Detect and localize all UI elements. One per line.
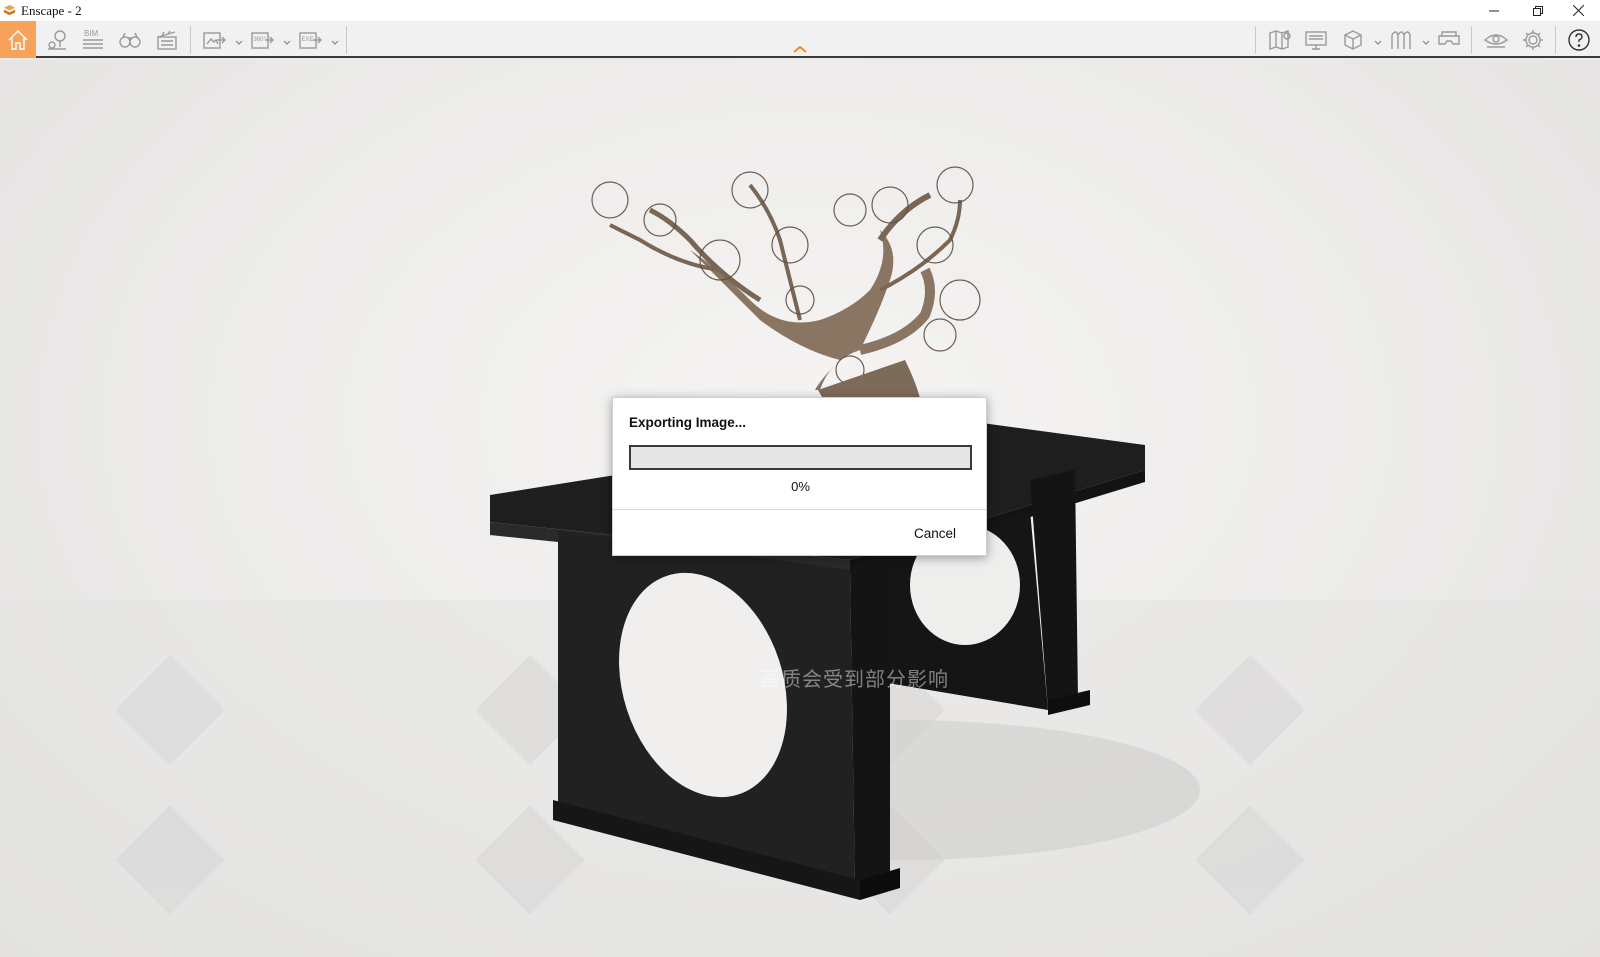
enscape-logo-icon [3, 4, 16, 16]
dialog-divider [613, 509, 986, 510]
views-button[interactable] [40, 23, 74, 56]
window-title: Enscape - 2 [21, 2, 82, 18]
pano-label: 360° [254, 37, 267, 43]
toolbar-separator [346, 26, 347, 54]
eye-icon [1483, 33, 1509, 48]
toolbar-separator [1555, 26, 1556, 54]
progress-bar [629, 445, 972, 470]
home-icon [8, 29, 28, 50]
export-progress-dialog: Exporting Image... 0% Cancel [612, 397, 987, 556]
watermark-text: 画质会受到部分影响 [760, 669, 949, 691]
toolbar-separator [1471, 26, 1472, 54]
close-icon [1572, 5, 1584, 16]
toolbar-separator [1255, 26, 1256, 54]
progress-percentage: 0% [791, 479, 810, 494]
chevron-down-icon [1422, 40, 1430, 45]
home-button[interactable] [0, 21, 36, 58]
bim-icon: BIM [83, 29, 103, 49]
chevron-down-icon [235, 40, 243, 45]
title-bar: Enscape - 2 [0, 0, 1600, 21]
asset-library-icon [1391, 30, 1411, 49]
exe-label: EXE [302, 37, 314, 43]
chevron-down-icon [1374, 40, 1382, 45]
restore-icon [1533, 5, 1543, 16]
binoculars-button[interactable] [113, 23, 147, 56]
exe-export-icon: EXE [299, 31, 322, 49]
chevron-down-icon [331, 40, 339, 45]
bim-button[interactable]: BIM [76, 23, 110, 56]
bim-label: BIM [84, 29, 99, 38]
object-dropdown[interactable] [1373, 35, 1383, 45]
exe-export-dropdown[interactable] [330, 35, 340, 45]
minimize-icon [1489, 10, 1499, 11]
minimize-button[interactable] [1472, 0, 1516, 21]
cube-icon [1344, 29, 1362, 50]
help-button[interactable] [1562, 23, 1596, 56]
screenshot-dropdown[interactable] [234, 35, 244, 45]
panorama-button[interactable]: 360° [245, 23, 279, 56]
asset-library-dropdown[interactable] [1421, 35, 1431, 45]
restore-button[interactable] [1516, 0, 1560, 21]
object-button[interactable] [1336, 23, 1370, 56]
dialog-title: Exporting Image... [629, 415, 747, 430]
map-pin-icon [48, 29, 66, 50]
map-button[interactable] [1263, 23, 1297, 56]
asset-library-button[interactable] [1384, 23, 1418, 56]
video-editor-button[interactable] [150, 23, 184, 56]
vr-headset-icon [1438, 30, 1460, 45]
exe-export-button[interactable]: EXE [293, 23, 327, 56]
help-icon [1568, 28, 1590, 51]
monitor-button[interactable] [1299, 23, 1333, 56]
chevron-down-icon [283, 40, 291, 45]
screenshot-button[interactable] [197, 23, 231, 56]
map-icon [1269, 29, 1291, 50]
clapperboard-icon [157, 30, 177, 50]
binoculars-icon [119, 32, 141, 48]
visual-settings-button[interactable] [1479, 23, 1513, 56]
monitor-icon [1305, 30, 1327, 50]
panorama-dropdown[interactable] [282, 35, 292, 45]
settings-button[interactable] [1516, 23, 1550, 56]
vr-button[interactable] [1432, 23, 1466, 56]
collapse-toolbar-chevron-icon[interactable] [792, 44, 808, 54]
toolbar-separator [190, 26, 191, 54]
screenshot-export-icon [203, 31, 226, 49]
gear-icon [1523, 29, 1543, 50]
cancel-button[interactable]: Cancel [914, 526, 956, 541]
close-button[interactable] [1556, 0, 1600, 21]
panorama-360-icon: 360° [251, 31, 274, 49]
